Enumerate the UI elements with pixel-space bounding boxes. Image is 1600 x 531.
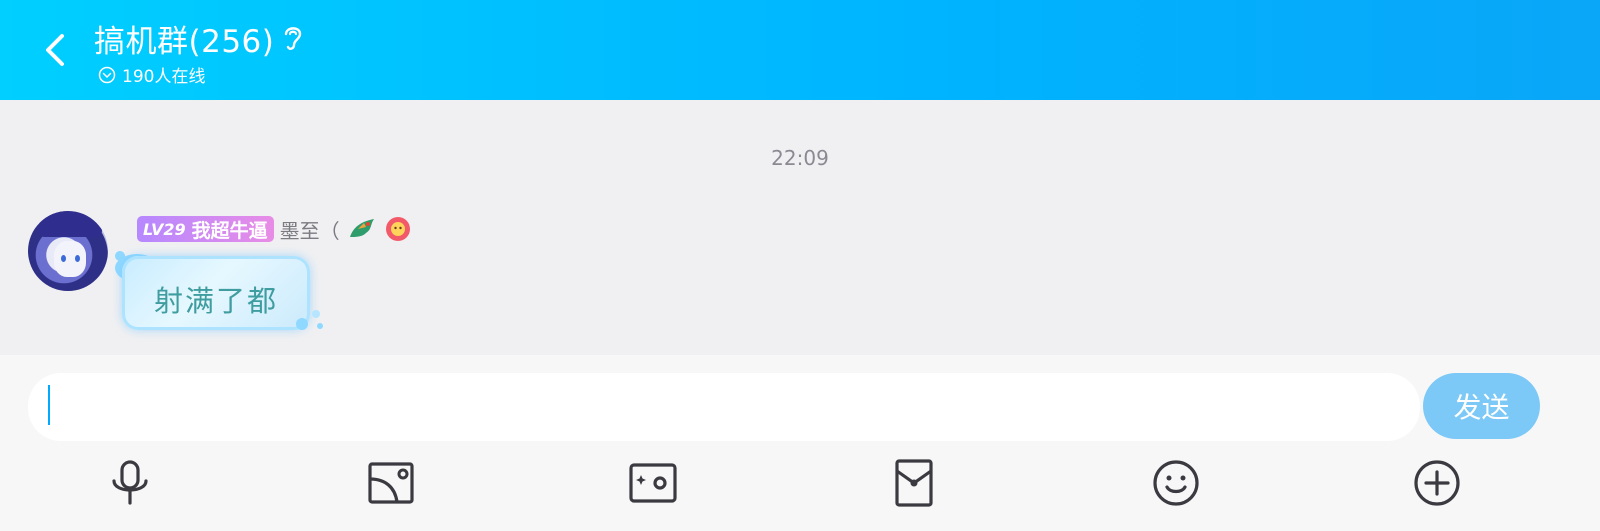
camera-icon (629, 463, 677, 503)
composer: 发送 (0, 355, 1600, 531)
emoji-icon (1153, 460, 1199, 506)
message-input[interactable] (28, 373, 1420, 441)
sender-nickname[interactable]: 墨至（ (280, 215, 340, 244)
gallery-button[interactable] (365, 457, 417, 509)
chevron-down-circle-icon (98, 66, 116, 83)
camera-button[interactable] (627, 457, 679, 509)
flower-badge-icon (385, 217, 410, 241)
plus-icon (1414, 460, 1460, 506)
avatar-eye (75, 255, 80, 262)
ear-icon[interactable] (280, 22, 306, 52)
message-timestamp: 22:09 (771, 146, 829, 170)
chevron-left-icon (46, 34, 64, 66)
send-button[interactable]: 发送 (1423, 373, 1540, 439)
avatar-eye (61, 255, 66, 262)
bubble-decoration-icon (296, 310, 323, 330)
message-text: 射满了都 (153, 284, 278, 318)
microphone-icon (112, 460, 148, 505)
avatar[interactable] (28, 211, 108, 291)
more-button[interactable] (1411, 457, 1463, 509)
dragon-icon (349, 219, 374, 237)
avatar-hat (38, 211, 102, 237)
sender-row: LV29 我超牛逼 墨至（ (137, 215, 412, 243)
online-count: 190人在线 (122, 67, 206, 87)
red-packet-button[interactable] (888, 457, 940, 509)
level-badge[interactable]: LV29 我超牛逼 (137, 216, 274, 242)
image-icon (368, 462, 414, 504)
avatar-face (54, 241, 86, 277)
voice-button[interactable] (104, 457, 156, 509)
text-caret (48, 385, 50, 425)
level-text: LV29 (143, 219, 186, 239)
chat-header: 搞机群(256) 190人在线 (0, 0, 1600, 100)
back-button[interactable] (38, 30, 74, 70)
message-bubble[interactable]: 射满了都 (122, 256, 310, 330)
member-title: 我超牛逼 (191, 219, 268, 242)
emoji-button[interactable] (1150, 457, 1202, 509)
red-packet-icon (895, 459, 933, 507)
online-status: 190人在线 (98, 62, 205, 87)
composer-toolbar (0, 455, 1600, 515)
group-title[interactable]: 搞机群(256) (94, 16, 274, 61)
